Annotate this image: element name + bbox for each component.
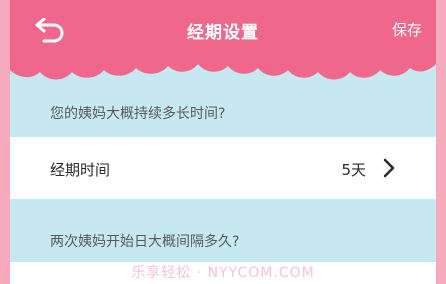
- period-length-row[interactable]: 经期时间 5天: [10, 137, 436, 199]
- period-duration-question: 您的姨妈大概持续多长时间?: [50, 106, 226, 122]
- period-length-label: 经期时间: [50, 161, 111, 179]
- chevron-right-icon: [383, 158, 395, 178]
- period-length-value: 5天: [341, 161, 366, 179]
- save-button[interactable]: 保存: [392, 19, 422, 40]
- app-screen: 经期设置 保存 您的姨妈大概持续多长时间? 经期时间 5天 两次姨妈开始日大概间…: [10, 0, 436, 284]
- watermark: 乐享轻松 · NYYCOM.COM: [131, 265, 315, 281]
- cloud-band: [10, 44, 436, 80]
- page-title: 经期设置: [187, 23, 259, 43]
- cycle-interval-question: 两次姨妈开始日大概间隔多久?: [50, 234, 240, 250]
